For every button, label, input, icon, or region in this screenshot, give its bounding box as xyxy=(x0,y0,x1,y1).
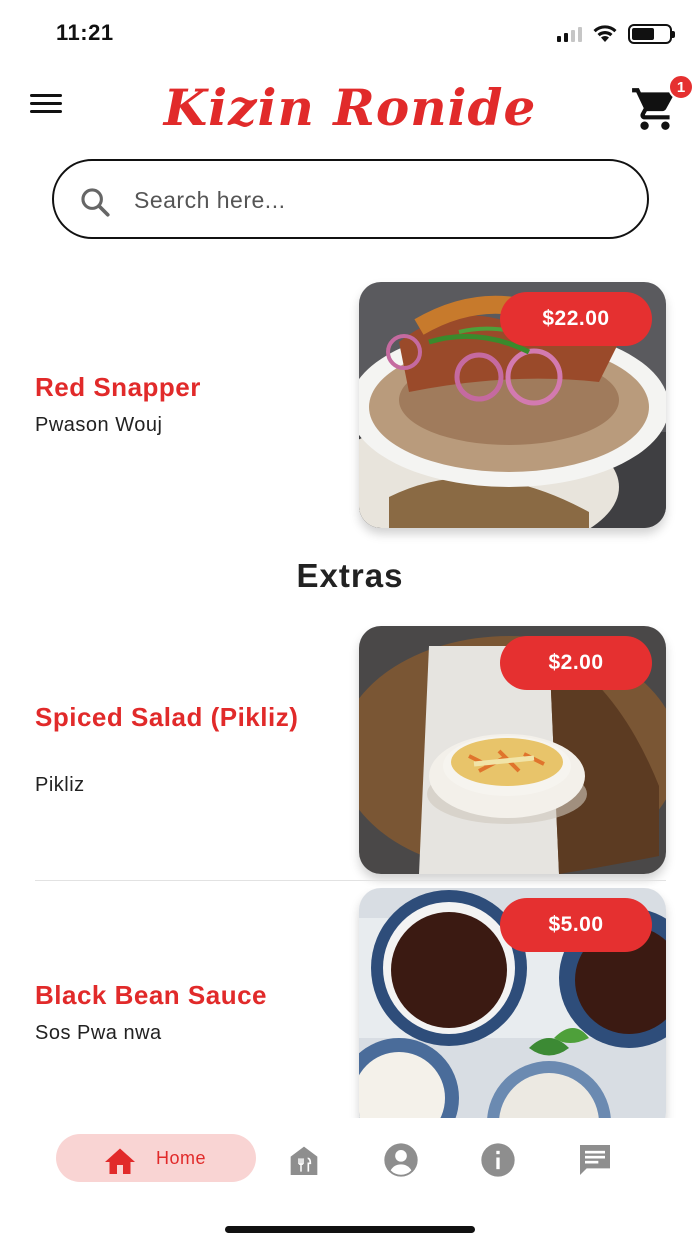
item-image: $22.00 xyxy=(359,282,666,528)
cart-count-badge: 1 xyxy=(668,74,694,100)
nav-profile[interactable] xyxy=(381,1140,421,1180)
item-name: Red Snapper xyxy=(35,372,201,402)
search-input[interactable] xyxy=(134,177,624,223)
search-icon xyxy=(81,188,110,217)
search-bar xyxy=(52,159,649,239)
nav-chat[interactable] xyxy=(575,1140,615,1180)
price-badge: $5.00 xyxy=(500,898,652,952)
item-image: $2.00 xyxy=(359,626,666,874)
item-image: $5.00 xyxy=(359,888,666,1118)
nav-home-label: Home xyxy=(156,1148,207,1168)
app-header: Kizin Ronide 1 xyxy=(0,70,700,146)
wifi-icon xyxy=(593,25,617,42)
brand-title: Kizin Ronide xyxy=(163,78,537,137)
menu-item-black-bean-sauce[interactable]: Black Bean Sauce Sos Pwa nwa $5.00 xyxy=(0,888,700,1118)
menu-item-red-snapper[interactable]: Red Snapper Pwason Wouj $22.00 xyxy=(0,282,700,532)
item-subtitle: Pwason Wouj xyxy=(35,414,163,436)
battery-icon xyxy=(628,24,675,44)
home-indicator xyxy=(225,1226,475,1233)
item-subtitle: Pikliz xyxy=(35,774,85,796)
info-icon xyxy=(481,1143,515,1177)
status-bar: 11:21 xyxy=(0,0,700,68)
home-icon xyxy=(105,1148,135,1174)
menu-item-spiced-salad[interactable]: Spiced Salad (Pikliz) Pikliz $2.00 xyxy=(0,626,700,876)
profile-icon xyxy=(384,1143,418,1177)
divider xyxy=(35,880,666,881)
cellular-signal-icon xyxy=(557,26,582,42)
cart-button[interactable]: 1 xyxy=(630,74,694,136)
price-badge: $2.00 xyxy=(500,636,652,690)
item-name: Spiced Salad (Pikliz) xyxy=(35,702,299,732)
nav-restaurant[interactable] xyxy=(284,1140,324,1180)
price-badge: $22.00 xyxy=(500,292,652,346)
chat-icon xyxy=(580,1145,610,1175)
item-name: Black Bean Sauce xyxy=(35,980,268,1010)
restaurant-icon xyxy=(290,1146,318,1175)
status-icons xyxy=(557,24,675,44)
item-subtitle: Sos Pwa nwa xyxy=(35,1022,162,1044)
section-title-extras: Extras xyxy=(296,557,404,594)
status-time: 11:21 xyxy=(56,20,114,45)
nav-info[interactable] xyxy=(478,1140,518,1180)
nav-home[interactable]: Home xyxy=(56,1134,256,1182)
